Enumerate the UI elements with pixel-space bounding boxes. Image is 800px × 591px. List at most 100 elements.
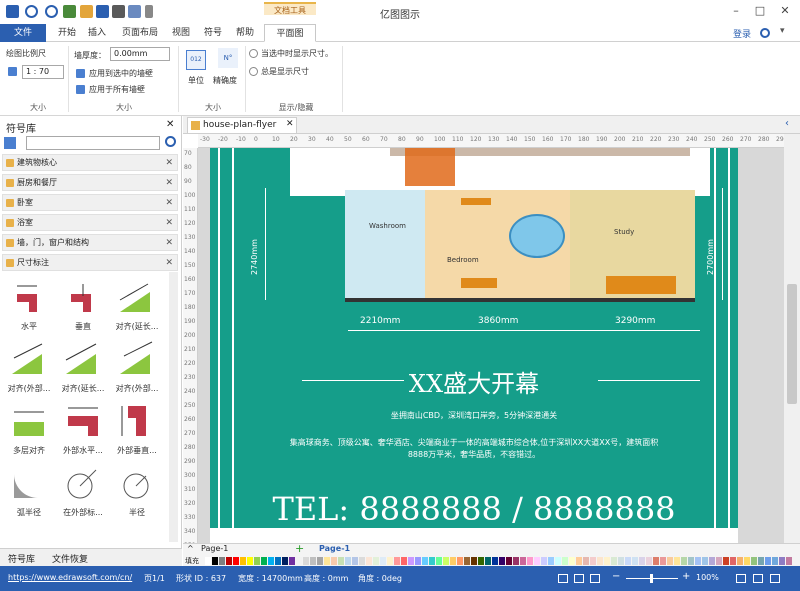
color-swatch[interactable] [590,557,596,565]
symbol-aligned-ext[interactable]: 对齐(延长... [110,276,164,336]
color-swatch[interactable] [303,557,309,565]
library-search-input[interactable] [26,136,160,150]
library-close-icon[interactable]: ✕ [166,119,174,130]
color-swatch[interactable] [324,557,330,565]
color-swatch[interactable] [709,557,715,565]
maximize-icon[interactable]: □ [752,3,768,19]
color-swatch[interactable] [205,557,211,565]
symbol-outer-label[interactable]: 在外部标... [56,462,110,522]
category-bedroom[interactable]: 卧室 ✕ [2,194,178,211]
scroll-thumb[interactable] [787,284,797,404]
symbol-outer-horizontal[interactable]: 外部水平... [56,400,110,460]
color-swatch[interactable] [583,557,589,565]
unit-button[interactable]: 单位 [188,75,204,86]
precision-button[interactable]: 精确度 [213,75,237,86]
color-swatch[interactable] [751,557,757,565]
category-bathroom[interactable]: 浴室 ✕ [2,214,178,231]
color-swatch[interactable] [681,557,687,565]
color-swatch[interactable] [233,557,239,565]
color-swatch[interactable] [408,557,414,565]
color-swatch[interactable] [373,557,379,565]
color-swatch[interactable] [415,557,421,565]
library-scrollbar[interactable] [169,272,178,542]
close-icon[interactable]: ✕ [777,3,793,19]
symbol-multi-aligned[interactable]: 多层对齐 [2,400,56,460]
color-swatch[interactable] [765,557,771,565]
tab-floor-plan[interactable]: 平面图 [264,24,316,42]
color-swatch[interactable] [555,557,561,565]
color-swatch[interactable] [674,557,680,565]
color-swatch[interactable] [247,557,253,565]
color-swatch[interactable] [352,557,358,565]
color-swatch[interactable] [569,557,575,565]
color-swatch[interactable] [597,557,603,565]
color-swatch[interactable] [695,557,701,565]
fit-width-icon[interactable] [753,574,763,583]
color-swatch[interactable] [506,557,512,565]
apply-selected-button[interactable]: 应用到选中的墙壁 [89,68,153,79]
zoom-slider-thumb[interactable] [650,574,653,583]
color-swatch[interactable] [730,557,736,565]
color-swatch[interactable] [317,557,323,565]
minimize-icon[interactable]: – [728,3,744,19]
color-swatch[interactable] [625,557,631,565]
symbol-vertical[interactable]: 垂直 [56,276,110,336]
color-swatch[interactable] [422,557,428,565]
color-swatch[interactable] [723,557,729,565]
color-swatch[interactable] [632,557,638,565]
category-building-core[interactable]: 建筑物核心 ✕ [2,154,178,171]
color-swatch[interactable] [289,557,295,565]
page-select[interactable]: Page-1 [201,544,293,556]
color-swatch[interactable] [562,557,568,565]
color-swatch[interactable] [646,557,652,565]
color-swatch[interactable] [401,557,407,565]
color-swatch[interactable] [772,557,778,565]
unit-icon[interactable]: 012 [186,50,206,70]
vertical-scrollbar[interactable] [784,134,800,543]
color-swatch[interactable] [716,557,722,565]
color-swatch[interactable] [436,557,442,565]
color-swatch[interactable] [744,557,750,565]
precision-icon[interactable]: N° [218,48,238,68]
color-swatch[interactable] [394,557,400,565]
drawing-canvas[interactable]: Washroom Bedroom Study 2740mm 2700mm 221… [198,148,784,543]
symbol-radius[interactable]: 半径 [110,462,164,522]
collapse-ribbon-icon[interactable]: ▾ [780,26,785,36]
color-swatch[interactable] [653,557,659,565]
color-swatch[interactable] [240,557,246,565]
tab-help[interactable]: 帮助 [232,24,258,42]
color-swatch[interactable] [282,557,288,565]
color-swatch[interactable] [275,557,281,565]
color-swatch[interactable] [478,557,484,565]
zoom-in-icon[interactable]: + [682,571,690,582]
color-swatch[interactable] [758,557,764,565]
color-swatch[interactable] [345,557,351,565]
color-swatch[interactable] [667,557,673,565]
color-swatch[interactable] [688,557,694,565]
color-swatch[interactable] [261,557,267,565]
color-swatch[interactable] [485,557,491,565]
color-swatch[interactable] [576,557,582,565]
fit-page-icon[interactable] [736,574,746,583]
library-menu-icon[interactable] [4,137,16,149]
color-swatch[interactable] [604,557,610,565]
color-swatch[interactable] [338,557,344,565]
color-swatch[interactable] [786,557,792,565]
color-swatch[interactable] [527,557,533,565]
website-link[interactable]: https://www.edrawsoft.com/cn/ [8,573,132,582]
tab-file[interactable]: 文件 [0,24,46,42]
color-swatch[interactable] [387,557,393,565]
color-swatch[interactable] [457,557,463,565]
symbol-aligned-ext-2[interactable]: 对齐(延长... [56,338,110,398]
tab-symbol-library[interactable]: 符号库 [8,552,35,565]
symbol-aligned-outer[interactable]: 对齐(外部... [2,338,56,398]
color-swatch[interactable] [366,557,372,565]
color-swatch[interactable] [513,557,519,565]
scale-select[interactable]: 1 : 70 [22,65,64,79]
page-tab[interactable]: Page-1 [319,544,350,553]
color-swatch[interactable] [212,557,218,565]
color-swatch[interactable] [702,557,708,565]
color-swatch[interactable] [429,557,435,565]
color-swatch[interactable] [471,557,477,565]
color-swatch[interactable] [639,557,645,565]
